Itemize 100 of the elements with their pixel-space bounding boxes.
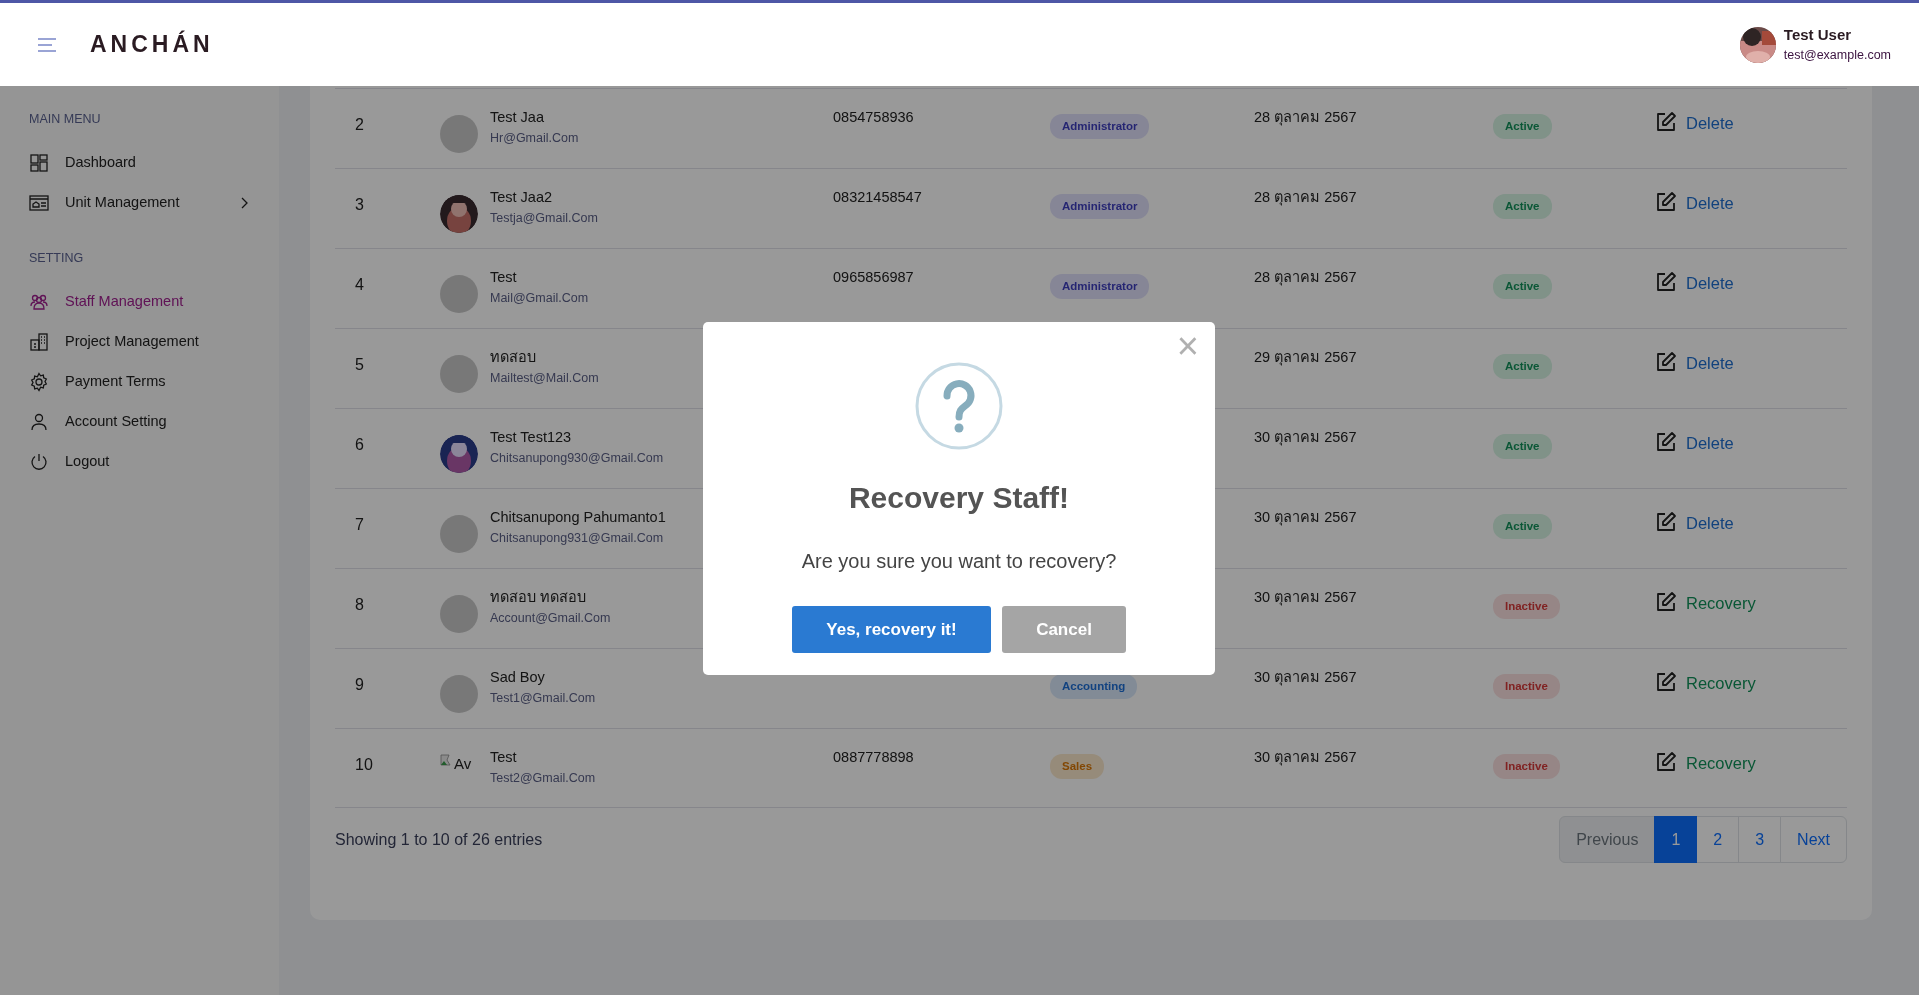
avatar: [440, 115, 478, 153]
action-link[interactable]: Delete: [1655, 351, 1847, 376]
close-button[interactable]: ×: [1170, 326, 1205, 366]
menu-icon[interactable]: [38, 37, 56, 52]
sidebar-item[interactable]: Staff Management: [29, 281, 249, 322]
question-icon: [915, 362, 1003, 450]
status-tag: Inactive: [1493, 754, 1560, 780]
page-button[interactable]: 2: [1696, 816, 1740, 863]
dialog-message: Are you sure you want to recovery?: [801, 549, 1117, 574]
phone-number: 0965856987: [833, 269, 914, 285]
action-link[interactable]: Recovery: [1655, 671, 1847, 696]
staff-email: Test1@Gmail.Com: [490, 689, 596, 707]
role-tag: Administrator: [1050, 194, 1150, 220]
sidebar-item[interactable]: Account Setting: [29, 401, 249, 442]
phone-number: 0854758936: [833, 109, 914, 125]
user-name: Test User: [1783, 24, 1853, 45]
status-tag: Inactive: [1493, 594, 1560, 620]
building-icon: [29, 331, 49, 352]
join-date: 28 ตุลาคม 2567: [1254, 109, 1357, 125]
staff-name: Test Jaa2: [490, 188, 554, 207]
page-button[interactable]: 3: [1738, 816, 1782, 863]
logo[interactable]: ANCHÁN: [90, 27, 214, 62]
staff-email: Mailtest@Mail.Com: [490, 369, 599, 387]
action-link[interactable]: Recovery: [1655, 591, 1847, 616]
role-tag: Administrator: [1050, 274, 1150, 300]
chevron-icon: [239, 196, 249, 209]
row-number: 2: [354, 115, 365, 135]
join-date: 30 ตุลาคม 2567: [1254, 509, 1357, 525]
row-number: 3: [354, 195, 365, 215]
status-tag: Active: [1493, 194, 1552, 220]
row-number: 10: [354, 755, 374, 775]
cancel-button[interactable]: Cancel: [1002, 606, 1126, 653]
staff-name: Sad Boy: [490, 668, 546, 687]
section-title: SETTING: [29, 249, 85, 267]
action-link[interactable]: Recovery: [1655, 751, 1847, 776]
role-tag: Accounting: [1050, 674, 1138, 700]
entries-info: Showing 1 to 10 of 26 entries: [335, 829, 543, 850]
grid-icon: [29, 152, 49, 173]
edit-icon: [1655, 591, 1677, 613]
edit-icon: [1655, 191, 1677, 213]
status-tag: Active: [1493, 514, 1552, 540]
row-number: 5: [354, 355, 365, 375]
staff-name: Test Jaa: [490, 108, 545, 127]
power-icon: [29, 451, 49, 472]
house-icon: [29, 192, 49, 213]
edit-icon: [1655, 511, 1677, 533]
page-button[interactable]: 1: [1654, 816, 1698, 863]
join-date: 30 ตุลาคม 2567: [1254, 589, 1357, 605]
status-tag: Inactive: [1493, 674, 1560, 700]
action-link[interactable]: Delete: [1655, 431, 1847, 456]
status-tag: Active: [1493, 274, 1552, 300]
staff-email: Hr@Gmail.Com: [490, 129, 579, 147]
page-button[interactable]: Next: [1780, 816, 1847, 863]
phone-number: 08321458547: [833, 189, 922, 205]
avatar: [440, 675, 478, 713]
edit-icon: [1655, 671, 1677, 693]
sidebar-item[interactable]: Logout: [29, 441, 249, 482]
staff-name: Test: [490, 748, 518, 767]
avatar: [440, 595, 478, 633]
action-link[interactable]: Delete: [1655, 511, 1847, 536]
status-tag: Active: [1493, 434, 1552, 460]
staff-email: Account@Gmail.Com: [490, 609, 611, 627]
row-number: 9: [354, 675, 365, 695]
avatar: [440, 515, 478, 553]
role-tag: Administrator: [1050, 114, 1150, 140]
confirm-button[interactable]: Yes, recovery it!: [792, 606, 991, 653]
row-number: 4: [354, 275, 365, 295]
avatar: [440, 355, 478, 393]
gear-icon: [29, 371, 49, 392]
edit-icon: [1655, 431, 1677, 453]
staff-name: Test Test123: [490, 428, 573, 447]
sidebar-item[interactable]: Project Management: [29, 321, 249, 362]
image-alt-text: Av: [454, 754, 472, 774]
staff-name: ทดสอบ ทดสอบ: [490, 588, 588, 607]
role-tag: Sales: [1050, 754, 1105, 780]
action-link[interactable]: Delete: [1655, 191, 1847, 216]
sidebar-item[interactable]: Dashboard: [29, 142, 249, 183]
broken-image-icon: [440, 753, 454, 767]
sidebar-item[interactable]: Unit Management: [29, 182, 249, 223]
edit-icon: [1655, 271, 1677, 293]
staff-email: Chitsanupong930@Gmail.Com: [490, 449, 664, 467]
status-tag: Active: [1493, 114, 1552, 140]
phone-number: 0887778898: [833, 749, 914, 765]
row-number: 8: [354, 595, 365, 615]
edit-icon: [1655, 351, 1677, 373]
dialog-title: Recovery Staff!: [848, 480, 1070, 516]
staff-name: Chitsanupong Pahumanto1: [490, 508, 666, 527]
staff-name: ทดสอบ: [490, 348, 537, 367]
join-date: 28 ตุลาคม 2567: [1254, 269, 1357, 285]
action-link[interactable]: Delete: [1655, 271, 1847, 296]
user-email: test@example.com: [1783, 47, 1891, 65]
edit-icon: [1655, 751, 1677, 773]
section-title: MAIN MENU: [29, 111, 102, 128]
action-link[interactable]: Delete: [1655, 111, 1847, 136]
status-tag: Active: [1493, 354, 1552, 380]
sidebar-item[interactable]: Payment Terms: [29, 361, 249, 402]
staff-email: Test2@Gmail.Com: [490, 769, 596, 787]
person-icon: [29, 411, 49, 432]
join-date: 28 ตุลาคม 2567: [1254, 189, 1357, 205]
join-date: 29 ตุลาคม 2567: [1254, 349, 1357, 365]
